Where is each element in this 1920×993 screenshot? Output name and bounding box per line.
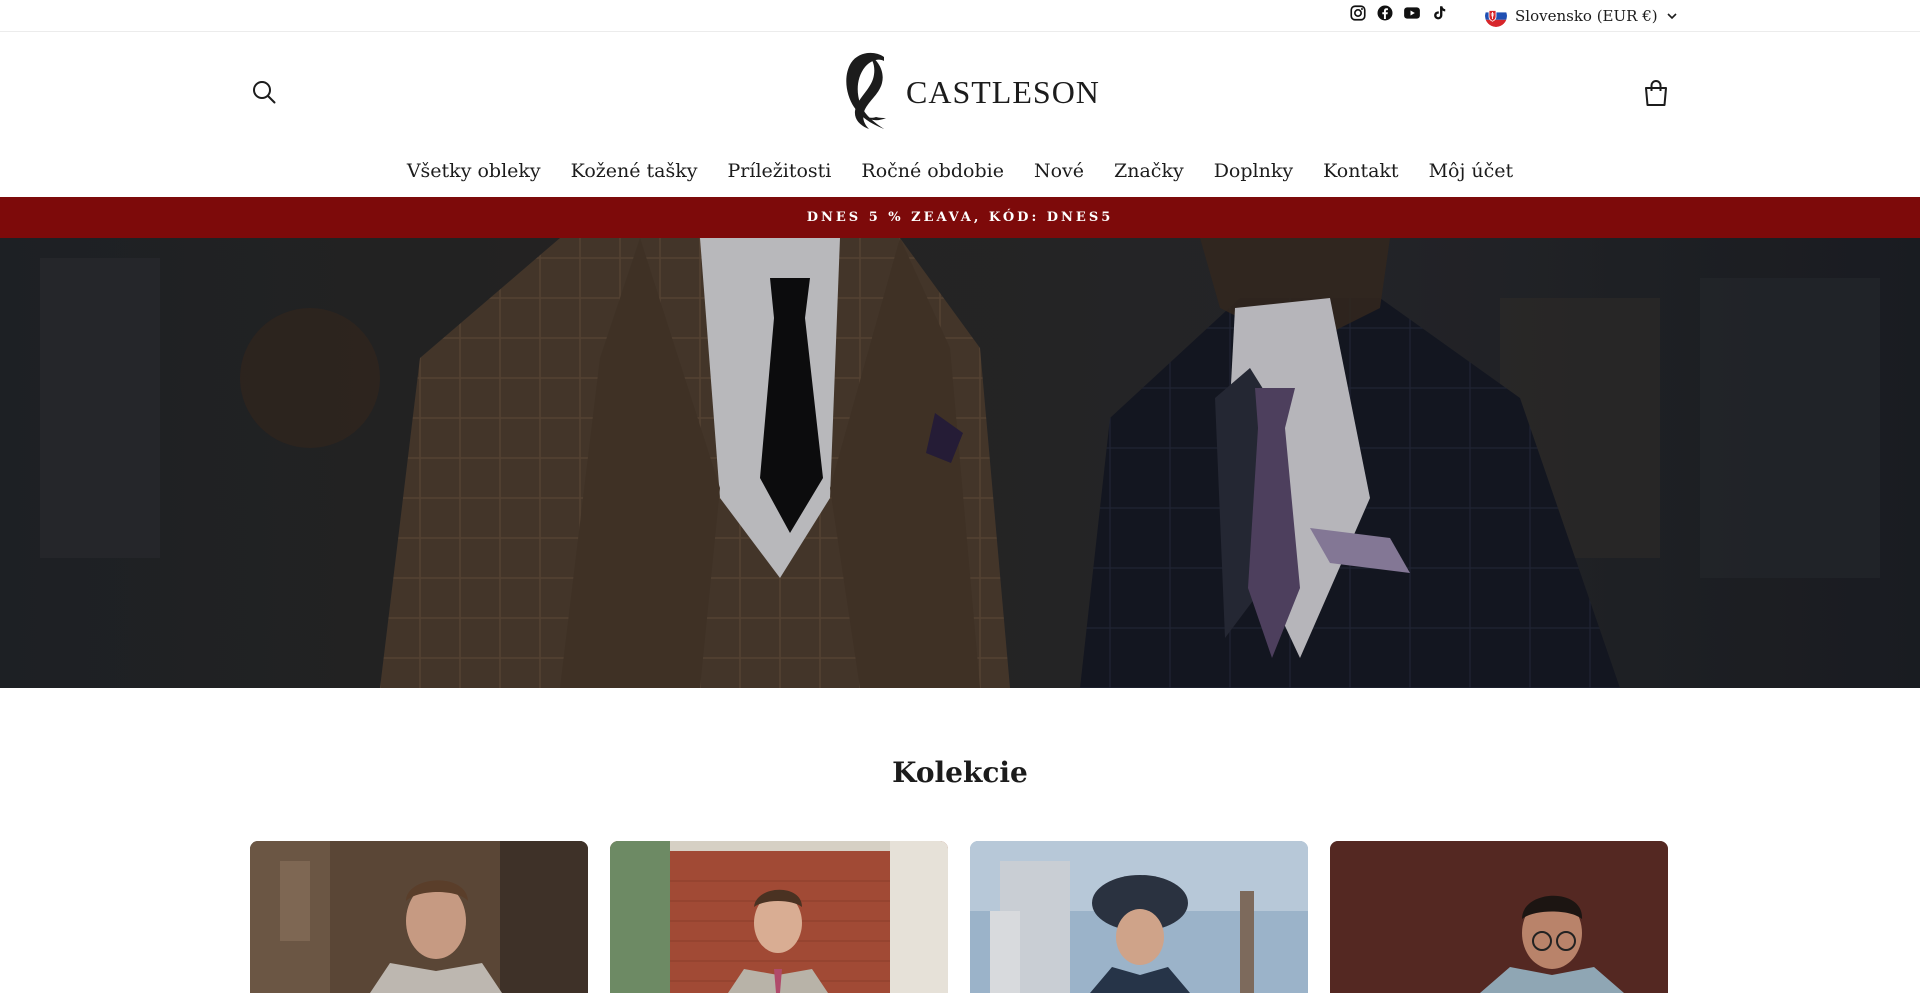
facebook-icon[interactable] [1376, 4, 1394, 22]
youtube-icon[interactable] [1403, 4, 1421, 22]
social-links [1349, 4, 1448, 22]
search-icon[interactable] [250, 78, 278, 106]
brand-name: CASTLESON [906, 73, 1100, 110]
nav-item-nove[interactable]: Nové [1034, 160, 1084, 182]
collection-card-4[interactable] [1330, 841, 1668, 993]
nav-item-znacky[interactable]: Značky [1114, 160, 1184, 182]
collections-grid [250, 841, 1668, 993]
nav-item-vsetky-obleky[interactable]: Všetky obleky [407, 160, 541, 182]
nav-item-rocne-obdobie[interactable]: Ročné obdobie [861, 160, 1004, 182]
collections-title: Kolekcie [892, 756, 1028, 789]
collection-image-4 [1330, 841, 1668, 993]
slovakia-flag-icon [1485, 5, 1507, 27]
cart-icon[interactable] [1642, 78, 1670, 108]
locale-selector[interactable]: Slovensko (EUR €) [1485, 5, 1678, 27]
hero-banner-image [0, 238, 1920, 688]
nav-item-doplnky[interactable]: Doplnky [1214, 160, 1293, 182]
main-navigation: Všetky obleky Kožené tašky Príležitosti … [0, 160, 1920, 182]
announcement-bar: DNES 5 % ZEAVA, KÓD: DNES5 [0, 197, 1920, 238]
nav-item-kontakt[interactable]: Kontakt [1323, 160, 1398, 182]
nav-item-moj-ucet[interactable]: Môj účet [1429, 160, 1514, 182]
locale-label: Slovensko (EUR €) [1515, 7, 1658, 25]
castleson-logo-mark-icon [846, 52, 886, 129]
nav-item-kozene-tasky[interactable]: Kožené tašky [571, 160, 698, 182]
brand-logo[interactable]: CASTLESON [840, 49, 1100, 135]
nav-item-prilezitosti[interactable]: Príležitosti [728, 160, 832, 182]
utility-bar: Slovensko (EUR €) [0, 0, 1920, 32]
collection-card-1[interactable] [250, 841, 588, 993]
collection-card-3[interactable] [970, 841, 1308, 993]
tiktok-icon[interactable] [1430, 4, 1448, 22]
instagram-icon[interactable] [1349, 4, 1367, 22]
hero-photo [0, 238, 1920, 688]
site-header: CASTLESON Všetky obleky Kožené tašky Prí… [0, 32, 1920, 197]
collection-image-3 [970, 841, 1308, 993]
chevron-down-icon [1667, 13, 1677, 20]
collection-image-1 [250, 841, 588, 993]
announcement-text: DNES 5 % ZEAVA, KÓD: DNES5 [806, 210, 1114, 225]
collection-image-2 [610, 841, 948, 993]
collection-card-2[interactable] [610, 841, 948, 993]
